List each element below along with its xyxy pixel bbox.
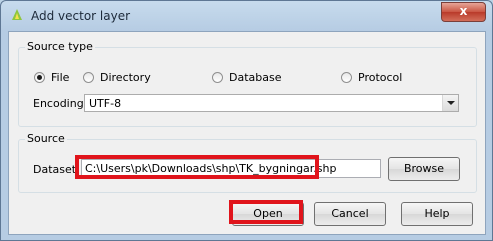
radio-database-label: Database	[229, 71, 282, 84]
radio-directory-indicator[interactable]	[83, 72, 94, 83]
radio-directory-label: Directory	[100, 71, 151, 84]
radio-file-indicator[interactable]	[34, 72, 45, 83]
source-title: Source	[25, 132, 67, 145]
open-button[interactable]: Open	[232, 202, 304, 226]
cancel-button[interactable]: Cancel	[314, 202, 386, 226]
radio-database-indicator[interactable]	[212, 72, 223, 83]
browse-button[interactable]: Browse	[388, 157, 460, 181]
qgis-logo-icon	[12, 9, 22, 20]
radio-protocol-label: Protocol	[358, 71, 403, 84]
dialog-body: Source type File Directory Database Prot…	[8, 31, 486, 235]
encoding-select[interactable]: UTF-8	[84, 94, 459, 112]
add-vector-layer-dialog: Add vector layer x Source type File Dire…	[0, 0, 493, 241]
source-type-group: Source type	[18, 40, 477, 127]
radio-protocol-indicator[interactable]	[341, 72, 352, 83]
chevron-down-icon[interactable]	[442, 95, 458, 111]
dataset-value: C:\Users\pk\Downloads\shp\TK_bygningar.s…	[85, 162, 337, 175]
close-button[interactable]: x	[441, 2, 486, 22]
help-button[interactable]: Help	[401, 202, 473, 226]
dataset-label: Dataset	[33, 163, 77, 176]
encoding-value: UTF-8	[89, 97, 122, 110]
title-bar[interactable]: Add vector layer x	[1, 1, 492, 31]
window-title: Add vector layer	[31, 9, 131, 23]
encoding-label: Encoding	[33, 97, 84, 110]
radio-file-label: File	[51, 71, 70, 84]
source-type-title: Source type	[25, 40, 95, 53]
dataset-field[interactable]: C:\Users\pk\Downloads\shp\TK_bygningar.s…	[81, 159, 381, 178]
